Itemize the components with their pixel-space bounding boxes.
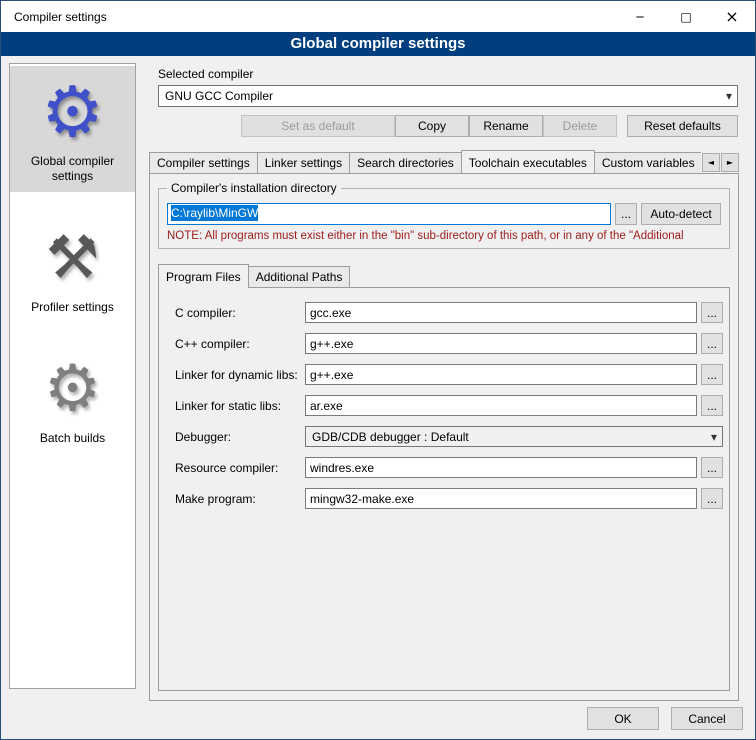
dynamic-linker-browse-button[interactable]: ... (701, 364, 723, 385)
tab-scroll-controls: ◄ ► (702, 153, 739, 172)
window-title: Compiler settings (14, 10, 107, 24)
field-row-resource-compiler: Resource compiler: ... (175, 457, 723, 478)
debugger-label: Debugger: (175, 430, 305, 444)
delete-button[interactable]: Delete (543, 115, 617, 137)
debugger-select-value: GDB/CDB debugger : Default (312, 430, 469, 444)
cpp-compiler-input[interactable] (305, 333, 697, 354)
chevron-down-icon: ▾ (726, 89, 732, 103)
make-program-label: Make program: (175, 492, 305, 506)
hammer-icon: ⚒ (12, 216, 133, 300)
resource-compiler-browse-button[interactable]: ... (701, 457, 723, 478)
compiler-select[interactable]: GNU GCC Compiler ▾ (158, 85, 738, 107)
static-linker-input[interactable] (305, 395, 697, 416)
chevron-down-icon: ▾ (711, 430, 717, 444)
cpp-compiler-browse-button[interactable]: ... (701, 333, 723, 354)
ok-button[interactable]: OK (587, 707, 659, 730)
program-tabs: Program Files Additional Paths (158, 263, 730, 287)
titlebar: Compiler settings ─ □ × (1, 1, 755, 32)
c-compiler-label: C compiler: (175, 306, 305, 320)
sidebar-item-global-compiler-settings[interactable]: ⚙ Global compiler settings (10, 66, 135, 192)
window-controls: ─ □ × (617, 1, 755, 32)
sidebar-spacer (10, 323, 135, 343)
set-as-default-button[interactable]: Set as default (241, 115, 395, 137)
main-panel: Selected compiler GNU GCC Compiler ▾ Set… (146, 61, 742, 701)
cancel-button[interactable]: Cancel (671, 707, 743, 730)
tab-linker-settings[interactable]: Linker settings (257, 152, 350, 173)
dialog-body: ⚙ Global compiler settings ⚒ Profiler se… (1, 56, 755, 739)
field-row-debugger: Debugger: GDB/CDB debugger : Default ▾ (175, 426, 723, 447)
reset-defaults-button[interactable]: Reset defaults (627, 115, 738, 137)
rename-button[interactable]: Rename (469, 115, 543, 137)
tab-custom-variables[interactable]: Custom variables (594, 152, 701, 173)
tab-scroll-left-button[interactable]: ◄ (702, 153, 720, 172)
installation-directory-input[interactable]: C:\raylib\MinGW (167, 203, 611, 225)
installation-directory-title: Compiler's installation directory (167, 181, 341, 195)
cpp-compiler-label: C++ compiler: (175, 337, 305, 351)
field-row-dynamic-linker: Linker for dynamic libs: ... (175, 364, 723, 385)
tab-search-directories[interactable]: Search directories (349, 152, 462, 173)
field-row-cpp-compiler: C++ compiler: ... (175, 333, 723, 354)
compiler-select-value: GNU GCC Compiler (165, 89, 273, 103)
sidebar-item-batch-builds[interactable]: ⚙ Batch builds (10, 343, 135, 454)
copy-button[interactable]: Copy (395, 115, 469, 137)
settings-tab-strip: Compiler settings Linker settings Search… (149, 149, 739, 173)
tab-program-files[interactable]: Program Files (158, 264, 249, 288)
c-compiler-browse-button[interactable]: ... (701, 302, 723, 323)
sidebar-item-label: Profiler settings (12, 300, 133, 315)
field-row-make-program: Make program: ... (175, 488, 723, 509)
sidebar-item-label: Global compiler settings (12, 154, 133, 184)
gears-icon: ⚙ (12, 347, 133, 431)
close-button[interactable]: × (709, 1, 755, 32)
installation-path-row: C:\raylib\MinGW ... Auto-detect (167, 203, 721, 225)
browse-directory-button[interactable]: ... (615, 203, 637, 225)
selected-path-text: C:\raylib\MinGW (171, 205, 258, 221)
settings-tabs: Compiler settings Linker settings Search… (149, 149, 701, 173)
c-compiler-input[interactable] (305, 302, 697, 323)
tab-scroll-right-button[interactable]: ► (721, 153, 739, 172)
resource-compiler-input[interactable] (305, 457, 697, 478)
static-linker-browse-button[interactable]: ... (701, 395, 723, 416)
compiler-actions: Set as default Copy Rename Delete Reset … (158, 115, 738, 137)
settings-sidebar: ⚙ Global compiler settings ⚒ Profiler se… (9, 63, 136, 689)
dialog-banner: Global compiler settings (1, 32, 755, 56)
resource-compiler-label: Resource compiler: (175, 461, 305, 475)
maximize-button[interactable]: □ (663, 1, 709, 32)
program-files-panel: C compiler: ... C++ compiler: ... (158, 287, 730, 691)
make-program-input[interactable] (305, 488, 697, 509)
installation-note: NOTE: All programs must exist either in … (167, 230, 721, 242)
selected-compiler-label: Selected compiler (158, 67, 742, 81)
compiler-settings-dialog: Compiler settings ─ □ × Global compiler … (0, 0, 756, 740)
sidebar-item-profiler-settings[interactable]: ⚒ Profiler settings (10, 212, 135, 323)
installation-directory-group: Compiler's installation directory C:\ray… (158, 188, 730, 249)
minimize-button[interactable]: ─ (617, 1, 663, 32)
field-row-static-linker: Linker for static libs: ... (175, 395, 723, 416)
tab-additional-paths[interactable]: Additional Paths (248, 266, 351, 287)
tab-compiler-settings[interactable]: Compiler settings (149, 152, 258, 173)
static-linker-label: Linker for static libs: (175, 399, 305, 413)
sidebar-item-label: Batch builds (12, 431, 133, 446)
tab-toolchain-executables[interactable]: Toolchain executables (461, 150, 595, 173)
toolchain-executables-panel: Compiler's installation directory C:\ray… (149, 173, 739, 701)
gear-icon: ⚙ (12, 70, 133, 154)
debugger-select[interactable]: GDB/CDB debugger : Default ▾ (305, 426, 723, 447)
sidebar-spacer (10, 192, 135, 212)
field-row-c-compiler: C compiler: ... (175, 302, 723, 323)
make-program-browse-button[interactable]: ... (701, 488, 723, 509)
auto-detect-button[interactable]: Auto-detect (641, 203, 721, 225)
dynamic-linker-input[interactable] (305, 364, 697, 385)
dynamic-linker-label: Linker for dynamic libs: (175, 368, 305, 382)
